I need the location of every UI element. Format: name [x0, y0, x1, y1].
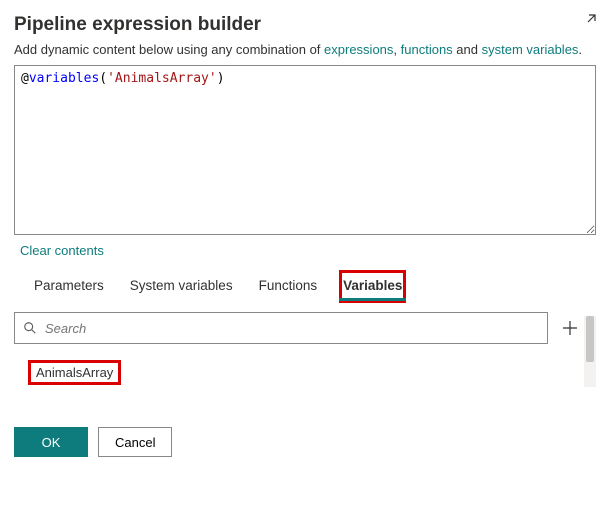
- search-icon: [23, 321, 37, 335]
- search-box[interactable]: [14, 312, 548, 344]
- cancel-button[interactable]: Cancel: [98, 427, 172, 457]
- system-variables-link[interactable]: system variables: [482, 42, 579, 57]
- text: Add dynamic content below using any comb…: [14, 42, 324, 57]
- tab-functions[interactable]: Functions: [257, 272, 320, 301]
- ok-button[interactable]: OK: [14, 427, 88, 457]
- editor-token: variables: [29, 71, 99, 86]
- scrollbar[interactable]: [584, 316, 596, 387]
- scrollbar-thumb[interactable]: [586, 316, 594, 362]
- expressions-link[interactable]: expressions: [324, 42, 393, 57]
- category-tabs: Parameters System variables Functions Va…: [14, 272, 582, 302]
- tab-parameters[interactable]: Parameters: [32, 272, 106, 301]
- expression-editor[interactable]: @variables('AnimalsArray'): [14, 65, 596, 235]
- add-button[interactable]: [558, 316, 582, 340]
- tab-variables[interactable]: Variables: [341, 272, 404, 301]
- instruction-text: Add dynamic content below using any comb…: [14, 42, 596, 57]
- functions-link[interactable]: functions: [401, 42, 453, 57]
- plus-icon: [562, 320, 578, 336]
- editor-token: ): [217, 71, 225, 86]
- editor-token: 'AnimalsArray': [107, 71, 217, 86]
- search-input[interactable]: [43, 320, 539, 337]
- variable-item[interactable]: AnimalsArray: [30, 362, 119, 383]
- editor-token: (: [99, 71, 107, 86]
- expand-icon[interactable]: [580, 14, 596, 35]
- clear-contents-link[interactable]: Clear contents: [20, 243, 104, 258]
- page-title: Pipeline expression builder: [14, 14, 261, 36]
- editor-token: @: [21, 71, 29, 86]
- tab-system-variables[interactable]: System variables: [128, 272, 235, 301]
